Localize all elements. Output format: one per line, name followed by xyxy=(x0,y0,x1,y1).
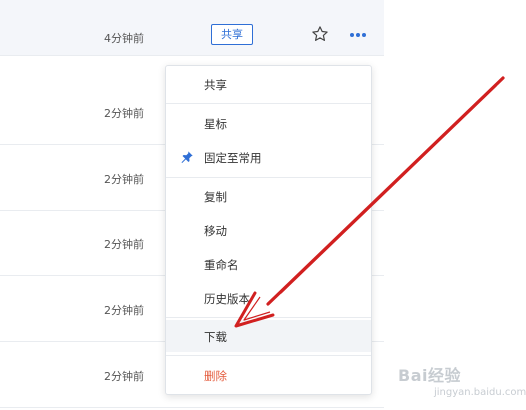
modified-time: 2分钟前 xyxy=(104,238,144,251)
menu-item-rename[interactable]: 重命名 xyxy=(166,248,371,280)
star-icon[interactable] xyxy=(311,25,329,43)
modified-time: 4分钟前 xyxy=(104,32,144,45)
menu-item-share[interactable]: 共享 xyxy=(166,68,371,100)
menu-item-star[interactable]: 星标 xyxy=(166,107,371,139)
menu-item-label: 删除 xyxy=(204,369,227,383)
menu-divider xyxy=(166,177,371,178)
modified-time: 2分钟前 xyxy=(104,304,144,317)
watermark-text: Bai经验 xyxy=(398,366,461,385)
watermark: Bai经验 jingyan.baidu.com xyxy=(398,360,526,404)
modified-time: 2分钟前 xyxy=(104,370,144,383)
menu-item-label: 历史版本 xyxy=(204,292,250,306)
modified-time: 2分钟前 xyxy=(104,173,144,186)
menu-item-label: 重命名 xyxy=(204,258,239,272)
more-icon[interactable] xyxy=(349,32,367,38)
menu-item-label: 下载 xyxy=(204,330,227,344)
menu-item-delete[interactable]: 删除 xyxy=(166,359,371,391)
menu-item-history[interactable]: 历史版本 xyxy=(166,282,371,314)
menu-item-label: 星标 xyxy=(204,117,227,131)
menu-divider xyxy=(166,355,371,356)
menu-item-download[interactable]: 下载 xyxy=(166,320,371,352)
menu-item-label: 共享 xyxy=(204,78,227,92)
share-badge[interactable]: 共享 xyxy=(211,24,253,45)
menu-divider xyxy=(166,317,371,318)
file-row[interactable]: 4分钟前 共享 xyxy=(0,0,384,56)
menu-item-move[interactable]: 移动 xyxy=(166,214,371,246)
menu-item-label: 复制 xyxy=(204,190,227,204)
watermark-subtext: jingyan.baidu.com xyxy=(434,387,526,398)
modified-time: 2分钟前 xyxy=(104,107,144,120)
menu-item-label: 移动 xyxy=(204,224,227,238)
menu-divider xyxy=(166,103,371,104)
menu-item-pin[interactable]: 固定至常用 xyxy=(166,141,371,173)
pin-icon xyxy=(181,151,193,164)
menu-item-label: 固定至常用 xyxy=(204,151,262,165)
menu-item-copy[interactable]: 复制 xyxy=(166,180,371,212)
context-menu: 共享 星标 固定至常用 复制 移动 重命名 历史版本 下载 删除 xyxy=(165,65,372,395)
